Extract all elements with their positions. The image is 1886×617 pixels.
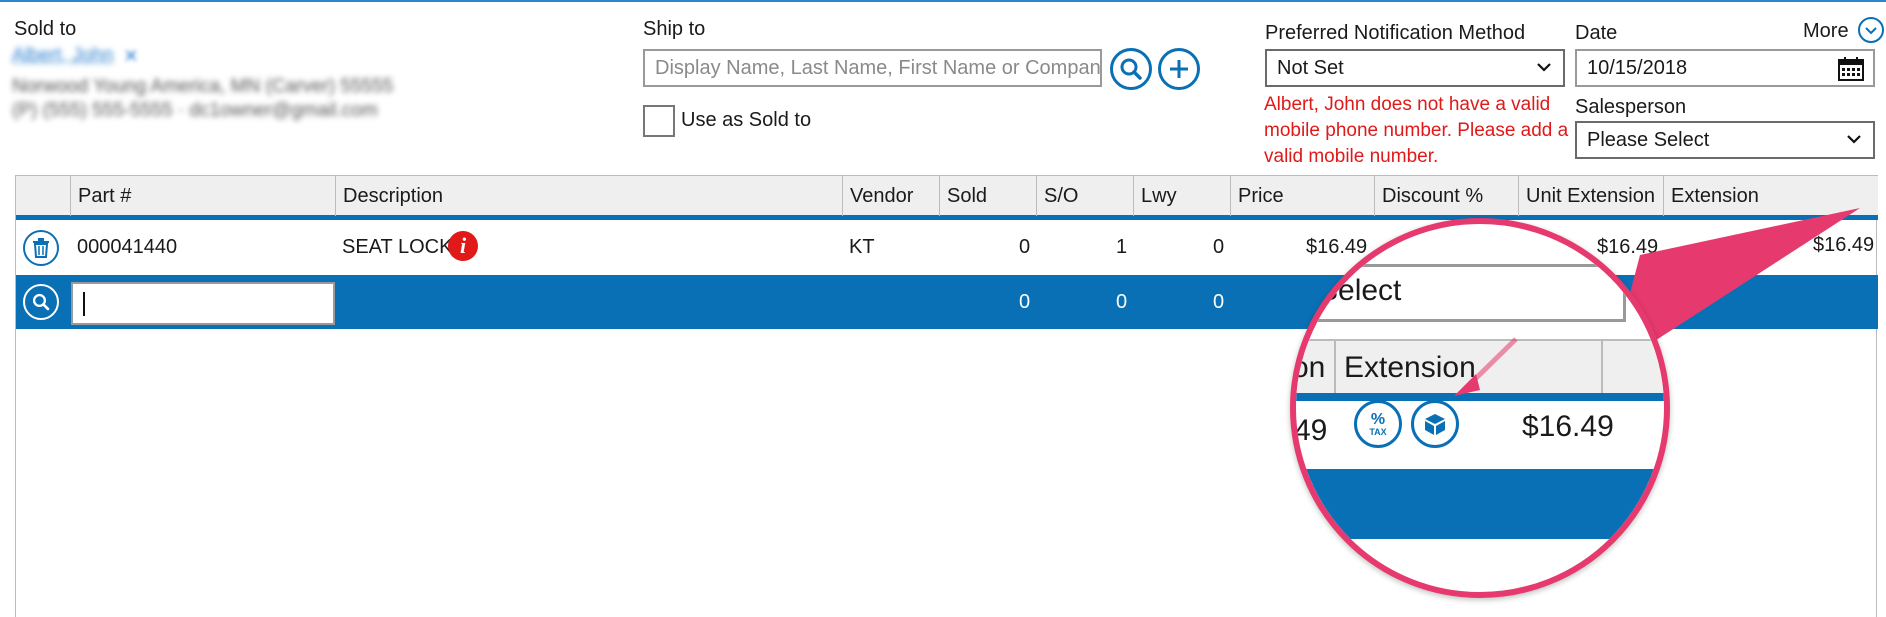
more-label[interactable]: More (1803, 20, 1849, 43)
zoom-col-partial: on (1292, 351, 1326, 384)
inventory-button[interactable] (1411, 400, 1459, 448)
callout-arrow (1454, 337, 1518, 396)
date-value: 10/15/2018 (1587, 57, 1688, 79)
sold-value: 0 (1019, 236, 1031, 258)
top-border (0, 0, 1886, 2)
tax-button[interactable]: % TAX (1354, 400, 1402, 448)
col-header-sold[interactable]: Sold (939, 176, 1036, 216)
notification-method-select[interactable]: Not Set (1265, 49, 1565, 87)
col-header-price[interactable]: Price (1230, 176, 1374, 216)
date-input[interactable]: 10/15/2018 (1575, 49, 1875, 87)
trash-icon (33, 238, 49, 258)
chevron-down-icon (1865, 27, 1877, 35)
notification-error-message: Albert, John does not have a valid mobil… (1264, 94, 1569, 167)
salesperson-value: Please Select (1587, 129, 1710, 151)
vendor-value: KT (849, 236, 875, 258)
search-icon (32, 293, 50, 311)
col-header-part[interactable]: Part # (70, 176, 335, 216)
package-icon (1425, 414, 1445, 435)
entry-lwy-value: 0 (1213, 291, 1225, 313)
so-value: 1 (1116, 236, 1128, 258)
date-label: Date (1575, 22, 1618, 44)
plus-icon (1170, 60, 1188, 78)
zoom-select-area: Select (1296, 264, 1664, 324)
part-number-input[interactable] (71, 282, 335, 325)
remove-customer-icon[interactable]: ✕ (123, 46, 138, 67)
entry-so-value: 0 (1116, 291, 1128, 313)
use-as-sold-to-label: Use as Sold to (681, 109, 812, 131)
col-header-discount[interactable]: Discount % (1374, 176, 1518, 216)
entry-sold-value: 0 (1019, 291, 1031, 313)
add-ship-to-button[interactable] (1158, 48, 1200, 90)
ship-to-search-input[interactable]: Display Name, Last Name, First Name or C… (643, 49, 1102, 87)
price-value: $16.49 (1306, 236, 1368, 258)
notification-method-value: Not Set (1277, 57, 1344, 79)
part-number[interactable]: 000041440 (77, 236, 177, 259)
col-header-description[interactable]: Description (335, 176, 842, 216)
col-header-lwy[interactable]: Lwy (1133, 176, 1230, 216)
calendar-icon[interactable] (1837, 56, 1865, 82)
customer-contact: (P) (555) 555-5555 · dc1owner@gmail.com (12, 100, 378, 121)
text-cursor (83, 292, 85, 316)
use-as-sold-to-checkbox[interactable] (643, 105, 675, 137)
chevron-down-icon (1537, 63, 1551, 72)
zoom-callout: Select on Extension 49 % TAX $16.49 (1290, 218, 1670, 598)
zoom-select-text: Select (1318, 274, 1402, 307)
zoom-partial-value: 49 (1294, 414, 1328, 447)
col-header-so[interactable]: S/O (1036, 176, 1133, 216)
ship-to-search-button[interactable] (1110, 48, 1152, 90)
notification-method-label: Preferred Notification Method (1265, 22, 1526, 44)
sold-to-label: Sold to (14, 18, 77, 40)
salesperson-label: Salesperson (1575, 96, 1687, 118)
part-description: SEAT LOCK (342, 236, 453, 258)
info-icon[interactable]: i (448, 231, 478, 261)
customer-chip[interactable]: Albert, John ✕ (12, 43, 139, 69)
part-search-button[interactable] (23, 284, 59, 320)
lwy-value: 0 (1213, 236, 1225, 258)
salesperson-select[interactable]: Please Select (1575, 121, 1875, 159)
zoom-entry-row (1296, 469, 1664, 539)
chevron-down-icon (1847, 135, 1861, 144)
tax-label: TAX (1369, 426, 1387, 437)
customer-address: Norwood Young America, MN (Carver) 55555 (12, 76, 394, 97)
delete-row-button[interactable] (23, 230, 59, 266)
col-header-vendor[interactable]: Vendor (842, 176, 939, 216)
ship-to-label: Ship to (643, 18, 706, 40)
search-icon (1120, 58, 1142, 80)
percent-icon: % (1370, 410, 1386, 428)
customer-name-link[interactable]: Albert, John (12, 45, 113, 67)
zoom-extension-value: $16.49 (1522, 410, 1614, 443)
more-expand-button[interactable] (1858, 17, 1884, 43)
